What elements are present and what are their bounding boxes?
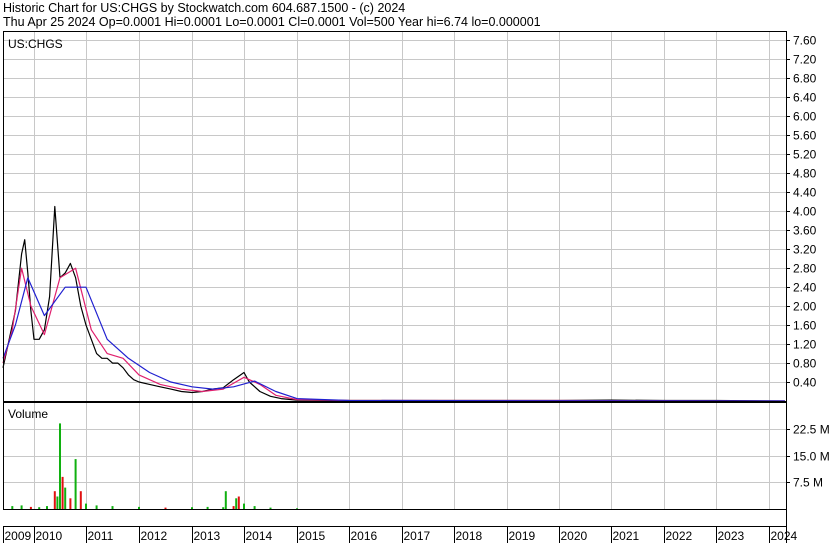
price-tick-label: 6.40 [793, 91, 817, 105]
price-tick-label: 2.80 [793, 262, 817, 276]
price-tick-label: 4.40 [793, 186, 817, 200]
volume-bar [95, 505, 98, 509]
x-tick-label: 2014 [246, 529, 273, 543]
volume-bar [11, 506, 14, 509]
x-tick-label: 2013 [194, 529, 221, 543]
volume-bar [269, 507, 272, 509]
x-tick-label: 2021 [613, 529, 640, 543]
price-tick-label: 6.80 [793, 72, 817, 86]
volume-bar [38, 507, 41, 509]
volume-bar [85, 503, 87, 509]
price-tick-label: 5.20 [793, 148, 817, 162]
volume-bar [64, 487, 67, 509]
volume-bar [253, 506, 256, 509]
price-tick-label: 0.80 [793, 357, 817, 371]
volume-bar [222, 507, 225, 509]
price-tick-label: 3.60 [793, 224, 817, 238]
header-line-1: Historic Chart for US:CHGS by Stockwatch… [3, 1, 406, 15]
price-tick-label: 7.20 [793, 53, 817, 67]
volume-bar [206, 506, 209, 509]
price-line [2, 205, 785, 402]
chart-canvas: 7.60 7.20 6.80 6.40 6.00 5.60 5.20 4.80 4.40 4.00… [2, 31, 830, 543]
price-panel-title: US:CHGS [8, 37, 63, 51]
volume-bar [53, 491, 56, 509]
volume-bar [79, 491, 82, 509]
price-axis-ticks: 7.60 7.20 6.80 6.40 6.00 5.60 5.20 4.80 4.40 4.00… [786, 34, 817, 390]
volume-bar [296, 508, 298, 509]
volume-bar [237, 496, 240, 509]
price-tick-label: 1.60 [793, 319, 817, 333]
volume-bar [20, 505, 23, 509]
x-tick-label: 2011 [88, 529, 114, 543]
price-tick-label: 7.60 [793, 34, 817, 48]
price-grid [3, 31, 786, 401]
volume-axis-ticks: 22.5 M 15.0 M 7.5 M [786, 423, 830, 490]
volume-tick-label: 22.5 M [793, 423, 830, 437]
price-tick-label: 4.80 [793, 167, 817, 181]
volume-grid [3, 402, 786, 509]
volume-bar [56, 496, 59, 509]
volume-bar [111, 506, 114, 509]
ma-short-line [2, 267, 785, 402]
volume-bar [235, 498, 238, 509]
price-tick-label: 3.20 [793, 243, 817, 257]
price-tick-label: 2.40 [793, 281, 817, 295]
volume-panel-title: Volume [8, 407, 48, 421]
x-tick-label: 2009 [5, 529, 32, 543]
header-line-2: Thu Apr 25 2024 Op=0.0001 Hi=0.0001 Lo=0… [3, 15, 541, 29]
volume-bar [61, 476, 64, 509]
volume-bar [191, 507, 193, 509]
x-tick-label: 2017 [404, 529, 431, 543]
volume-tick-label: 15.0 M [793, 450, 830, 464]
volume-bar [243, 503, 245, 509]
volume-bars-group [11, 423, 298, 509]
x-tick-label: 2015 [299, 529, 326, 543]
x-tick-label: 2022 [666, 529, 693, 543]
price-tick-label: 2.00 [793, 300, 817, 314]
x-axis-ticks: 2009 2010 2011 2012 2013 2014 2015 2016 2017 2018… [3, 526, 798, 543]
price-tick-label: 1.20 [793, 338, 817, 352]
volume-bar [138, 506, 140, 509]
volume-bar [29, 506, 32, 509]
volume-bar [59, 423, 61, 509]
volume-bar [224, 491, 227, 509]
x-tick-label: 2012 [141, 529, 168, 543]
x-tick-label: 2023 [718, 529, 745, 543]
price-panel-frame [3, 31, 787, 402]
volume-bar [69, 498, 72, 509]
volume-bar [46, 506, 48, 509]
x-tick-label: 2024 [771, 529, 798, 543]
price-series-group [2, 205, 785, 402]
x-tick-label: 2010 [36, 529, 63, 543]
volume-bar [74, 459, 77, 509]
volume-bar [232, 506, 235, 509]
x-tick-label: 2016 [351, 529, 378, 543]
volume-tick-label: 7.5 M [793, 476, 823, 490]
price-tick-label: 0.40 [793, 376, 817, 390]
x-tick-label: 2020 [561, 529, 588, 543]
x-tick-label: 2019 [509, 529, 536, 543]
volume-bar [164, 507, 167, 509]
price-tick-label: 6.00 [793, 110, 817, 124]
price-tick-label: 5.60 [793, 129, 817, 143]
price-tick-label: 4.00 [793, 205, 817, 219]
x-tick-label: 2018 [456, 529, 483, 543]
